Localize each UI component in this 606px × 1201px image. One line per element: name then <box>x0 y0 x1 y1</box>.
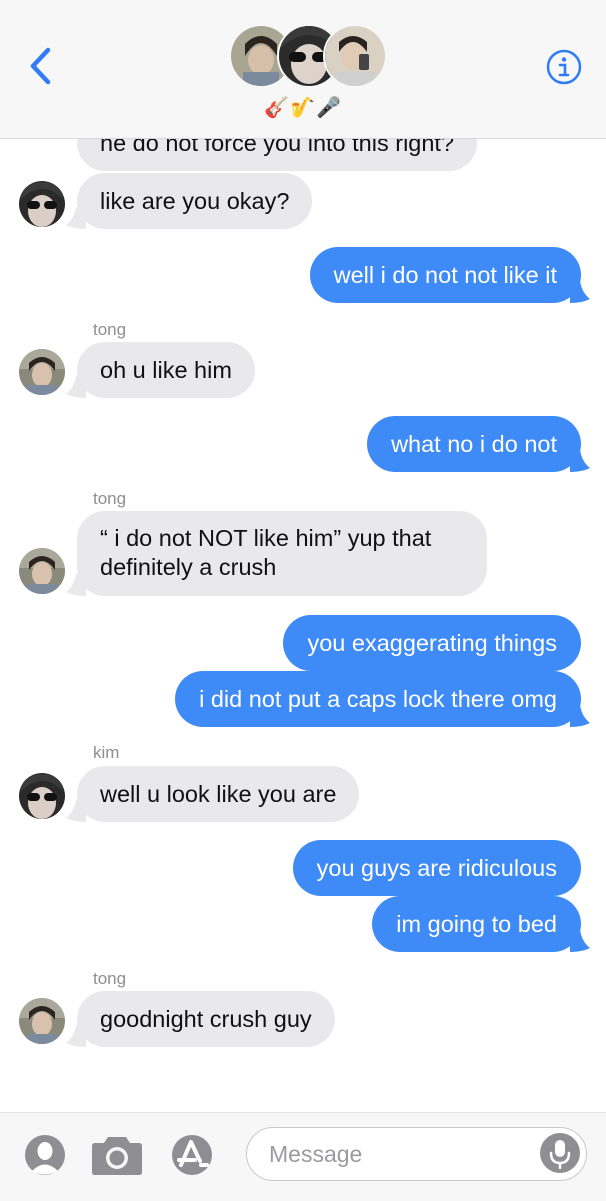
bubble-tail <box>570 705 590 727</box>
outgoing-message[interactable]: you exaggerating things <box>283 615 581 671</box>
avatar-tong[interactable] <box>19 998 65 1044</box>
sender-name: tong <box>93 489 127 508</box>
message-composer: Message <box>0 1112 606 1201</box>
avatar-tong[interactable] <box>19 548 65 594</box>
message-thread[interactable]: he do not force you into this right? lik… <box>0 0 606 1112</box>
bubble-tail <box>570 930 590 952</box>
message-input[interactable]: Message <box>246 1127 587 1181</box>
memoji-icon <box>25 1135 65 1175</box>
bubble-tail <box>66 376 86 398</box>
avatar-third-member <box>323 24 387 88</box>
sender-name: kim <box>93 743 120 762</box>
outgoing-message[interactable]: you guys are ridiculous <box>292 840 581 896</box>
incoming-message[interactable]: goodnight crush guy <box>77 991 335 1047</box>
bubble-tail <box>66 800 86 822</box>
info-button[interactable] <box>545 48 583 86</box>
app-store-icon <box>172 1135 212 1175</box>
outgoing-message[interactable]: i did not put a caps lock there omg <box>175 671 581 727</box>
bubble-tail <box>570 281 590 303</box>
incoming-message[interactable]: well u look like you are <box>77 766 360 822</box>
incoming-message[interactable]: like are you okay? <box>77 173 313 229</box>
info-icon <box>546 49 582 85</box>
bubble-tail <box>570 450 590 472</box>
back-button[interactable] <box>24 46 58 86</box>
group-name[interactable]: 🎸🎷🎤 <box>0 95 606 120</box>
sender-name: tong <box>93 969 127 988</box>
outgoing-message[interactable]: im going to bed <box>372 896 581 952</box>
bubble-tail <box>66 1025 86 1047</box>
conversation-header: 🎸🎷🎤 <box>0 0 606 139</box>
sender-name: tong <box>93 320 127 339</box>
app-store-button[interactable] <box>171 1134 213 1181</box>
avatar-tong[interactable] <box>19 349 65 395</box>
bubble-tail <box>66 574 86 596</box>
memoji-button[interactable] <box>24 1134 66 1181</box>
avatar-kim[interactable] <box>19 773 65 819</box>
camera-button[interactable] <box>91 1134 143 1181</box>
back-chevron-icon <box>30 47 51 85</box>
camera-icon <box>92 1137 142 1175</box>
microphone-icon <box>549 1140 571 1170</box>
outgoing-message[interactable]: well i do not not like it <box>309 247 581 303</box>
outgoing-message[interactable]: what no i do not <box>367 416 581 472</box>
avatar-kim[interactable] <box>19 181 65 227</box>
incoming-message[interactable]: “ i do not NOT like him” yup that defini… <box>77 511 487 596</box>
message-placeholder: Message <box>269 1141 363 1167</box>
bubble-tail <box>66 207 86 229</box>
incoming-message[interactable]: oh u like him <box>77 342 255 398</box>
group-avatars[interactable] <box>229 24 387 88</box>
dictation-button[interactable] <box>540 1133 580 1173</box>
